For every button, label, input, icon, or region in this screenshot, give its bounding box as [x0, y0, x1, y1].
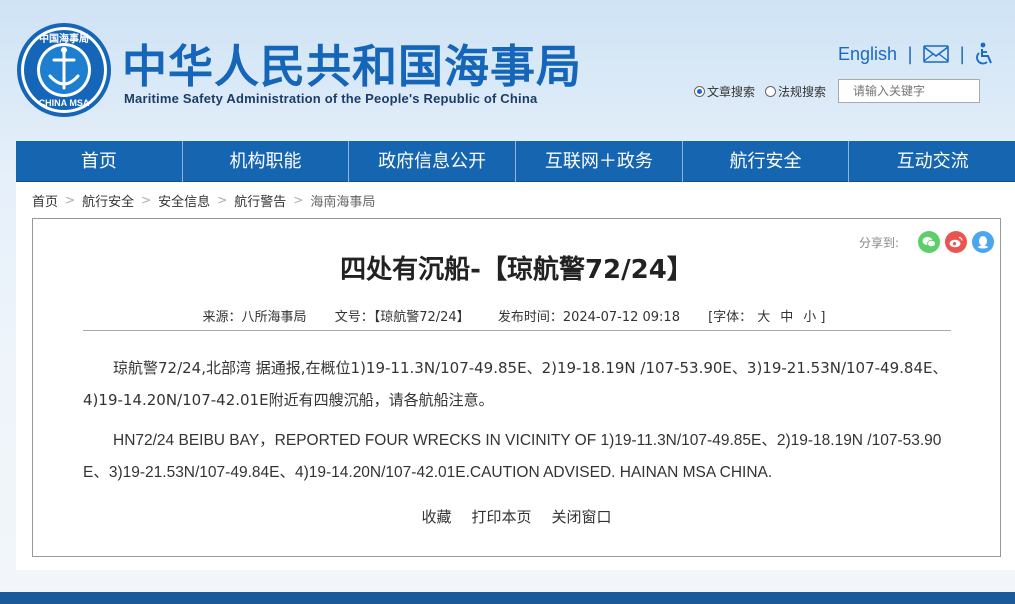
nav-item-home[interactable]: 首页 [16, 141, 183, 182]
breadcrumb: 首页 > 航行安全 > 安全信息 > 航行警告 > 海南海事局 [16, 182, 1015, 218]
divider [83, 330, 951, 331]
breadcrumb-safety-info[interactable]: 安全信息 [158, 191, 210, 210]
article-panel: 分享到: 四处有沉船-【琼航警72/24】 来源：八所海事局 文号：【琼航警72… [32, 218, 1001, 557]
search-bar: 文章搜索 法规搜索 [694, 79, 981, 103]
font-size-medium[interactable]: 中 [780, 310, 793, 325]
favorite-button[interactable]: 收藏 [421, 506, 451, 527]
english-link[interactable]: English [838, 44, 897, 65]
breadcrumb-navigation-safety[interactable]: 航行安全 [82, 191, 134, 210]
main-nav: 首页 机构职能 政府信息公开 互联网＋政务 航行安全 互动交流 [16, 141, 1015, 182]
chevron-right-icon: > [293, 193, 304, 207]
breadcrumb-warnings[interactable]: 航行警告 [234, 191, 286, 210]
article-meta: 来源：八所海事局 文号：【琼航警72/24】 发布时间：2024-07-12 0… [33, 306, 1000, 325]
radio-article-label: 文章搜索 [707, 84, 756, 99]
close-window-button[interactable]: 关闭窗口 [552, 506, 612, 527]
print-button[interactable]: 打印本页 [471, 506, 531, 527]
nav-item-gov-info[interactable]: 政府信息公开 [349, 141, 517, 182]
nav-item-navigation-safety[interactable]: 航行安全 [683, 141, 850, 182]
footer-bar [0, 592, 1015, 604]
site-title-en: Maritime Safety Administration of the Pe… [124, 91, 538, 106]
radio-law-label: 法规搜索 [778, 84, 827, 99]
article-body-cn: 琼航警72/24,北部湾 据通报,在概位1)19-11.3N/107-49.85… [83, 359, 948, 409]
font-size-large[interactable]: 大 [757, 310, 770, 325]
font-size-control: [字体： 大中小 ] [708, 310, 830, 325]
tool-separator: | [959, 43, 966, 65]
site-header: 中国海事局 CHINA MSA 中华人民共和国海事局 Maritime Safe… [0, 0, 1015, 140]
article-body-en: HN72/24 BEIBU BAY，REPORTED FOUR WRECKS I… [83, 432, 942, 481]
chevron-right-icon: > [217, 193, 228, 207]
nav-item-functions[interactable]: 机构职能 [183, 141, 350, 182]
article-doc-no: 文号：【琼航警72/24】 [334, 310, 470, 325]
radio-law-search[interactable]: 法规搜索 [765, 83, 826, 100]
chevron-right-icon: > [65, 193, 76, 207]
breadcrumb-home[interactable]: 首页 [32, 191, 58, 210]
font-size-label: [字体： [708, 310, 753, 325]
logo-text-top: 中国海事局 [39, 32, 89, 45]
site-title-cn: 中华人民共和国海事局 [122, 40, 583, 93]
top-tools: English | | [838, 40, 995, 68]
accessibility-icon[interactable] [975, 42, 995, 66]
breadcrumb-hainan-msa[interactable]: 海南海事局 [310, 191, 375, 210]
radio-dot-selected[interactable] [694, 85, 705, 97]
font-size-small[interactable]: 小 ] [803, 310, 825, 325]
article-actions: 收藏 打印本页 关闭窗口 [33, 506, 1000, 527]
nav-item-interaction[interactable]: 互动交流 [849, 141, 1015, 182]
mail-icon[interactable] [923, 44, 949, 64]
chevron-right-icon: > [141, 193, 152, 207]
nav-item-internet-gov[interactable]: 互联网＋政务 [516, 141, 683, 182]
radio-dot[interactable] [765, 85, 777, 97]
article-source: 来源：八所海事局 [202, 310, 307, 325]
article-publish-time: 发布时间：2024-07-12 09:18 [497, 310, 680, 325]
article-title: 四处有沉船-【琼航警72/24】 [340, 255, 693, 285]
logo-text-bottom: CHINA MSA [39, 98, 90, 108]
share-label: 分享到: [858, 235, 899, 250]
radio-article-search[interactable]: 文章搜索 [694, 83, 755, 100]
msa-logo-icon[interactable]: 中国海事局 CHINA MSA [16, 22, 112, 118]
tool-separator: | [907, 43, 914, 65]
search-input[interactable] [838, 79, 981, 103]
